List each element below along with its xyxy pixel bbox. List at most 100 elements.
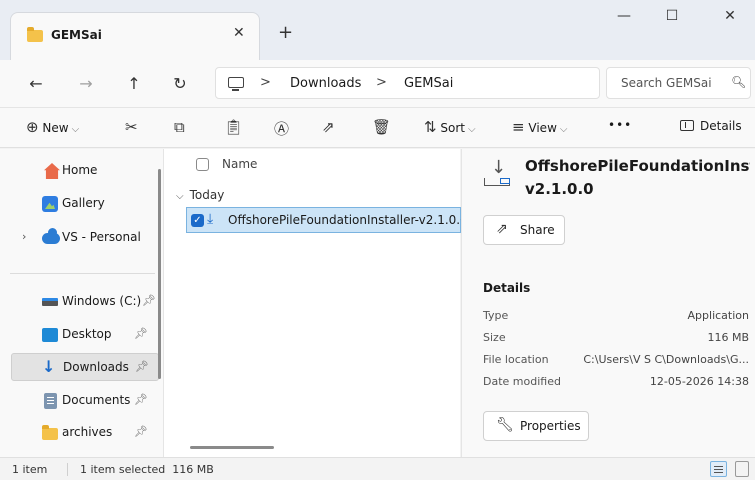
refresh-icon[interactable]: ↻ (170, 74, 190, 93)
gallery-icon (42, 196, 58, 212)
folder-icon (27, 27, 43, 42)
scissors-icon: ✂ (125, 118, 138, 136)
plus-circle-icon: ⊕ (26, 118, 39, 136)
chevron-right-icon[interactable]: › (22, 230, 26, 243)
file-list: Name ⌵ Today ✓ ⤓ OffshorePileFoundationIn… (163, 149, 468, 457)
navigation-pane: Home Gallery › VS - Personal Windows (C:… (0, 149, 163, 457)
drive-icon (42, 298, 58, 306)
title-bar: GEMSai ✕ + — ☐ ✕ (0, 0, 755, 60)
detail-row-size: Size 116 MB (483, 329, 749, 347)
copy-button[interactable]: ⧉ (174, 118, 185, 136)
sidebar-item-label: Gallery (62, 196, 105, 210)
properties-label: Properties (520, 419, 581, 433)
sidebar-scrollbar[interactable] (158, 169, 161, 379)
details-pane: ↓ OffshorePileFoundationInst... v2.1.0.0… (461, 149, 755, 457)
status-selection: 1 item selected 116 MB (80, 463, 214, 476)
pin-icon[interactable]: 📌︎ (134, 393, 148, 406)
sort-button[interactable]: ⇅ Sort ⌵ (424, 118, 476, 136)
details-button[interactable]: Details (680, 119, 742, 133)
paste-button[interactable]: 📋︎ (224, 118, 243, 136)
properties-button[interactable]: 🔧︎ Properties (483, 411, 589, 441)
breadcrumb-downloads[interactable]: Downloads (290, 76, 361, 91)
details-view-icon[interactable] (710, 461, 727, 477)
sidebar-item-label: archives (62, 425, 113, 439)
installer-file-icon: ↓ (482, 157, 512, 190)
new-label: New (42, 121, 69, 135)
sidebar-item-label: Home (62, 163, 98, 177)
more-options-button[interactable]: ••• (608, 118, 632, 132)
status-divider (67, 463, 68, 476)
chevron-down-icon: ⌵ (468, 124, 476, 135)
close-tab-icon[interactable]: ✕ (233, 25, 245, 41)
delete-button[interactable]: 🗑︎ (372, 118, 391, 136)
copy-icon: ⧉ (174, 118, 185, 136)
cut-button[interactable]: ✂ (125, 118, 138, 136)
breadcrumb-separator: > (260, 75, 271, 90)
column-header-name[interactable]: Name (222, 157, 257, 171)
cloud-icon (42, 228, 60, 244)
forward-icon[interactable]: → (76, 74, 96, 93)
status-bar: 1 item 1 item selected 116 MB (0, 457, 755, 480)
horizontal-scrollbar[interactable] (190, 446, 274, 449)
sidebar-item-downloads[interactable]: ↓ Downloads 📌︎ (11, 353, 159, 381)
sidebar-item-label: VS - Personal (62, 230, 141, 244)
share-toolbar-button[interactable]: ⇗ (322, 118, 335, 136)
detail-value: 12-05-2026 14:38 (649, 375, 749, 388)
details-label: Details (700, 119, 742, 133)
trash-icon: 🗑︎ (372, 118, 392, 136)
maximize-icon[interactable]: ☐ (652, 8, 692, 24)
back-icon[interactable]: ← (26, 74, 46, 93)
breadcrumb-gemsai[interactable]: GEMSai (404, 76, 453, 91)
share-button[interactable]: ⇗ Share (483, 215, 565, 245)
search-placeholder: Search GEMSai (621, 76, 712, 90)
sidebar-item-windows-c[interactable]: Windows (C:) 📌︎ (0, 288, 158, 316)
sidebar-item-archives[interactable]: archives 📌︎ (0, 419, 158, 447)
pin-icon[interactable]: 📌︎ (142, 294, 156, 307)
new-tab-icon[interactable]: + (278, 22, 293, 43)
detail-value: Application (687, 309, 749, 322)
group-header-today[interactable]: ⌵ Today (176, 188, 224, 202)
detail-value: 116 MB (707, 331, 749, 344)
desktop-icon (42, 328, 58, 342)
sort-label: Sort (440, 121, 466, 135)
rename-button[interactable]: Ⓐ (274, 118, 289, 139)
pin-icon[interactable]: 📌︎ (135, 360, 149, 373)
share-icon: ⇗ (496, 221, 508, 237)
sidebar-item-onedrive[interactable]: › VS - Personal (0, 224, 158, 252)
address-bar: ← → ↑ ↻ > Downloads > GEMSai Search GEMS… (0, 60, 755, 108)
minimize-icon[interactable]: — (604, 8, 644, 24)
sidebar-item-home[interactable]: Home (0, 157, 158, 185)
detail-row-location: File location C:\Users\V S C\Downloads\G… (483, 351, 749, 369)
pin-icon[interactable]: 📌︎ (134, 425, 148, 438)
detail-value[interactable]: C:\Users\V S C\Downloads\G... (583, 353, 749, 366)
up-icon[interactable]: ↑ (124, 74, 144, 93)
detail-row-type: Type Application (483, 307, 749, 325)
tiles-view-icon[interactable] (735, 461, 749, 477)
sidebar-item-desktop[interactable]: Desktop 📌︎ (0, 321, 158, 349)
file-row[interactable]: ✓ ⤓ OffshorePileFoundationInstaller-v2.1… (186, 207, 468, 233)
sidebar-item-gallery[interactable]: Gallery (0, 190, 158, 218)
tab-title: GEMSai (51, 28, 102, 42)
detail-row-date-modified: Date modified 12-05-2026 14:38 (483, 373, 749, 391)
close-window-icon[interactable]: ✕ (710, 8, 750, 24)
view-button[interactable]: ≡ View ⌵ (512, 118, 567, 136)
sidebar-item-label: Desktop (62, 327, 112, 341)
row-checkbox[interactable]: ✓ (191, 214, 204, 227)
sidebar-item-documents[interactable]: Documents 📌︎ (0, 387, 158, 415)
documents-icon (44, 393, 57, 409)
tab-gemsai[interactable]: GEMSai ✕ (10, 12, 260, 60)
pin-icon[interactable]: 📌︎ (134, 327, 148, 340)
details-subtitle: v2.1.0.0 (525, 180, 594, 198)
detail-key: Size (483, 331, 506, 344)
search-input[interactable]: Search GEMSai 🔍︎ (606, 67, 751, 99)
share-label: Share (520, 223, 555, 237)
select-all-checkbox[interactable] (196, 158, 209, 171)
clipboard-icon: 📋︎ (224, 118, 244, 136)
rename-icon: Ⓐ (274, 120, 290, 138)
this-pc-icon (228, 77, 244, 91)
home-icon (44, 163, 60, 179)
new-button[interactable]: ⊕ New ⌵ (26, 118, 79, 136)
share-icon: ⇗ (322, 118, 335, 136)
breadcrumb[interactable]: > Downloads > GEMSai (215, 67, 600, 99)
status-item-count: 1 item (12, 463, 48, 476)
